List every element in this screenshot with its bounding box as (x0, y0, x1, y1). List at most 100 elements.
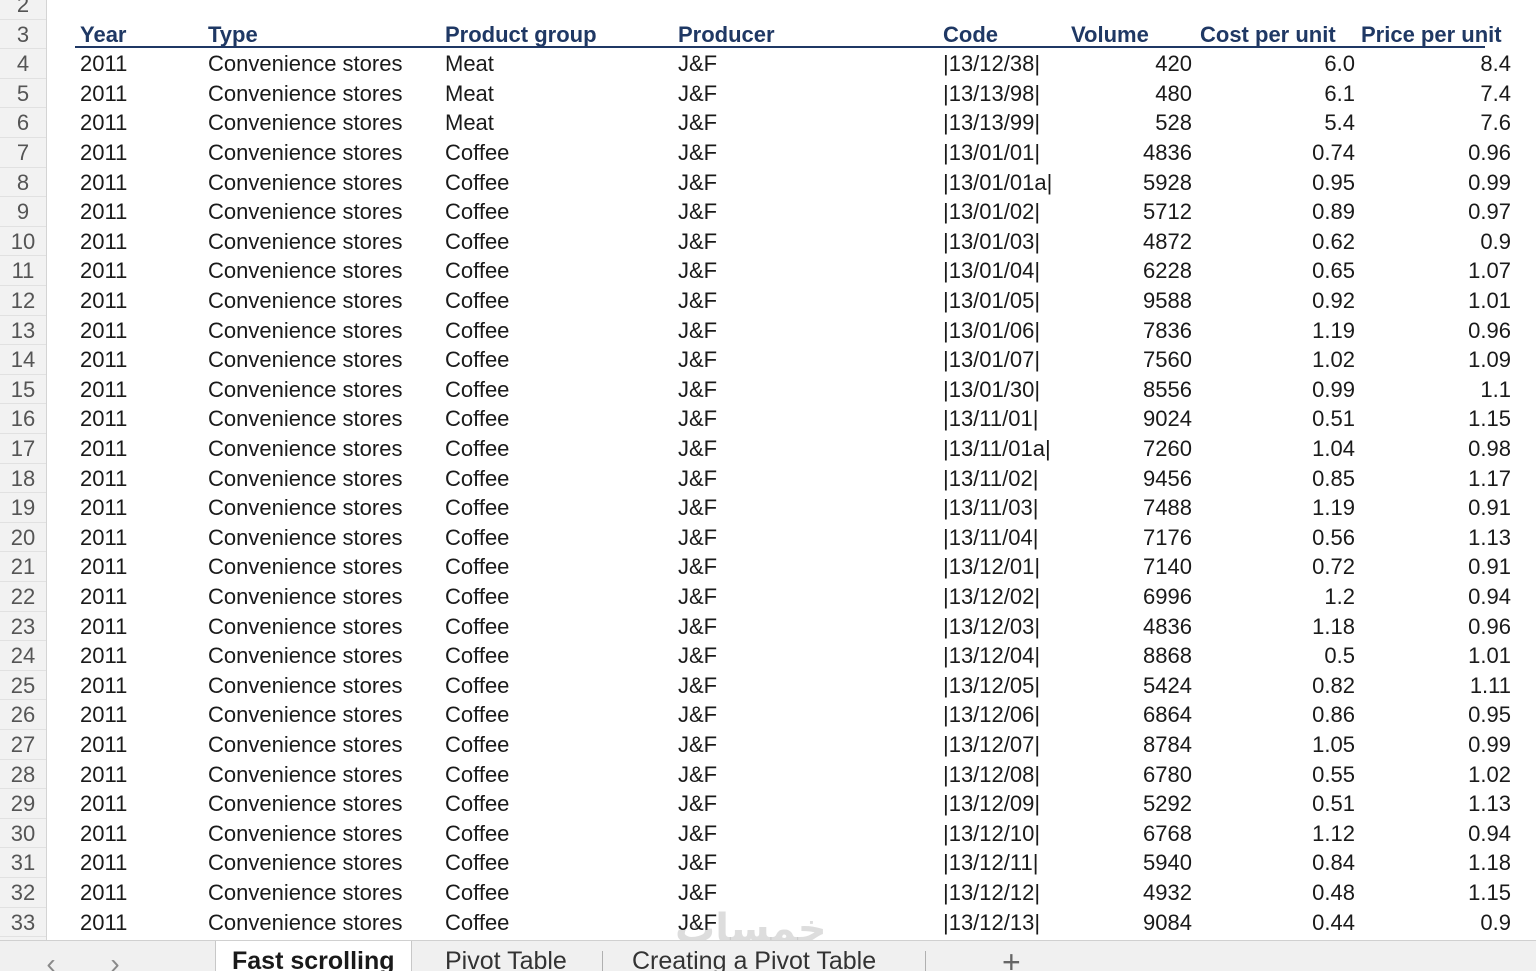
cell-code[interactable]: |13/11/03| (943, 493, 1038, 523)
cell-volume[interactable]: 5424 (1067, 671, 1192, 701)
cell-year[interactable]: 2011 (80, 345, 127, 375)
row-number[interactable]: 16 (0, 404, 46, 434)
cell-type[interactable]: Convenience stores (208, 730, 402, 760)
cell-producer[interactable]: J&F (678, 671, 717, 701)
cell-price-per-unit[interactable]: 0.91 (1359, 493, 1511, 523)
worksheet[interactable]: 2 3 4 5 6 7 8 9 10 11 12 13 14 15 16 17 18 19 20 21 22 23 24 25… (0, 0, 1536, 940)
cell-cost-per-unit[interactable]: 1.05 (1197, 730, 1355, 760)
cell-year[interactable]: 2011 (80, 671, 127, 701)
cell-type[interactable]: Convenience stores (208, 197, 402, 227)
cell-year[interactable]: 2011 (80, 49, 127, 79)
cell-year[interactable]: 2011 (80, 286, 127, 316)
cell-volume[interactable]: 6768 (1067, 819, 1192, 849)
cell-product-group[interactable]: Coffee (445, 168, 509, 198)
cell-volume[interactable]: 528 (1067, 108, 1192, 138)
cell-volume[interactable]: 420 (1067, 49, 1192, 79)
plus-icon[interactable]: + (1002, 946, 1021, 971)
cell-type[interactable]: Convenience stores (208, 286, 402, 316)
cell-code[interactable]: |13/12/03| (943, 612, 1040, 642)
cell-product-group[interactable]: Coffee (445, 197, 509, 227)
cell-volume[interactable]: 5928 (1067, 168, 1192, 198)
cell-producer[interactable]: J&F (678, 878, 717, 908)
cell-producer[interactable]: J&F (678, 523, 717, 553)
cell-producer[interactable]: J&F (678, 79, 717, 109)
row-number[interactable]: 7 (0, 138, 46, 168)
cell-type[interactable]: Convenience stores (208, 375, 402, 405)
cell-year[interactable]: 2011 (80, 612, 127, 642)
cell-cost-per-unit[interactable]: 0.99 (1197, 375, 1355, 405)
row-number[interactable]: 2 (0, 0, 46, 20)
row-number[interactable]: 13 (0, 316, 46, 346)
cell-year[interactable]: 2011 (80, 819, 127, 849)
row-number[interactable]: 27 (0, 730, 46, 760)
column-header-type[interactable]: Type (208, 20, 258, 50)
cell-volume[interactable]: 4836 (1067, 612, 1192, 642)
cell-product-group[interactable]: Coffee (445, 404, 509, 434)
cell-product-group[interactable]: Meat (445, 108, 494, 138)
column-header-price-per-unit[interactable]: Price per unit (1361, 20, 1502, 50)
row-number[interactable]: 3 (0, 20, 46, 50)
cell-product-group[interactable]: Coffee (445, 138, 509, 168)
cell-producer[interactable]: J&F (678, 700, 717, 730)
cell-producer[interactable]: J&F (678, 760, 717, 790)
cell-volume[interactable]: 4836 (1067, 138, 1192, 168)
cell-producer[interactable]: J&F (678, 848, 717, 878)
cell-price-per-unit[interactable]: 1.11 (1359, 671, 1511, 701)
cell-producer[interactable]: J&F (678, 612, 717, 642)
chevron-right-icon[interactable]: › (100, 949, 130, 971)
cell-cost-per-unit[interactable]: 0.62 (1197, 227, 1355, 257)
cell-price-per-unit[interactable]: 0.96 (1359, 316, 1511, 346)
cell-price-per-unit[interactable]: 8.4 (1359, 49, 1511, 79)
cell-cost-per-unit[interactable]: 0.51 (1197, 404, 1355, 434)
cell-code[interactable]: |13/01/30| (943, 375, 1040, 405)
cell-cost-per-unit[interactable]: 5.4 (1197, 108, 1355, 138)
cell-price-per-unit[interactable]: 1.02 (1359, 760, 1511, 790)
cell-price-per-unit[interactable]: 0.99 (1359, 168, 1511, 198)
cell-cost-per-unit[interactable]: 1.19 (1197, 493, 1355, 523)
cell-product-group[interactable]: Coffee (445, 612, 509, 642)
tab-pivot-table[interactable]: Pivot Table (429, 941, 583, 971)
cell-price-per-unit[interactable]: 0.94 (1359, 582, 1511, 612)
cell-type[interactable]: Convenience stores (208, 641, 402, 671)
column-header-code[interactable]: Code (943, 20, 998, 50)
cell-price-per-unit[interactable]: 0.9 (1359, 908, 1511, 938)
cell-type[interactable]: Convenience stores (208, 552, 402, 582)
cell-year[interactable]: 2011 (80, 404, 127, 434)
tab-creating-a-pivot-table[interactable]: Creating a Pivot Table (616, 941, 892, 971)
row-number[interactable]: 15 (0, 375, 46, 405)
cell-cost-per-unit[interactable]: 1.2 (1197, 582, 1355, 612)
cell-price-per-unit[interactable]: 1.13 (1359, 789, 1511, 819)
tab-fast-scrolling[interactable]: Fast scrolling (215, 941, 412, 971)
cell-volume[interactable]: 4872 (1067, 227, 1192, 257)
cell-type[interactable]: Convenience stores (208, 848, 402, 878)
cell-product-group[interactable]: Coffee (445, 316, 509, 346)
cell-type[interactable]: Convenience stores (208, 789, 402, 819)
cell-type[interactable]: Convenience stores (208, 878, 402, 908)
cell-code[interactable]: |13/01/01| (943, 138, 1040, 168)
cell-product-group[interactable]: Coffee (445, 760, 509, 790)
cell-volume[interactable]: 5712 (1067, 197, 1192, 227)
cell-type[interactable]: Convenience stores (208, 671, 402, 701)
cell-type[interactable]: Convenience stores (208, 138, 402, 168)
cell-price-per-unit[interactable]: 0.98 (1359, 434, 1511, 464)
row-number[interactable]: 25 (0, 671, 46, 701)
row-number[interactable]: 11 (0, 256, 46, 286)
cell-cost-per-unit[interactable]: 0.89 (1197, 197, 1355, 227)
cell-year[interactable]: 2011 (80, 848, 127, 878)
cell-type[interactable]: Convenience stores (208, 404, 402, 434)
cell-product-group[interactable]: Meat (445, 49, 494, 79)
cell-producer[interactable]: J&F (678, 789, 717, 819)
cell-product-group[interactable]: Coffee (445, 819, 509, 849)
cell-price-per-unit[interactable]: 1.01 (1359, 286, 1511, 316)
cell-producer[interactable]: J&F (678, 582, 717, 612)
cell-code[interactable]: |13/13/99| (943, 108, 1040, 138)
cell-code[interactable]: |13/01/06| (943, 316, 1040, 346)
row-number[interactable]: 19 (0, 493, 46, 523)
cell-product-group[interactable]: Coffee (445, 641, 509, 671)
row-number[interactable]: 29 (0, 789, 46, 819)
cell-year[interactable]: 2011 (80, 168, 127, 198)
cell-code[interactable]: |13/12/11| (943, 848, 1038, 878)
cell-type[interactable]: Convenience stores (208, 612, 402, 642)
cell-cost-per-unit[interactable]: 1.02 (1197, 345, 1355, 375)
cell-cost-per-unit[interactable]: 0.48 (1197, 878, 1355, 908)
